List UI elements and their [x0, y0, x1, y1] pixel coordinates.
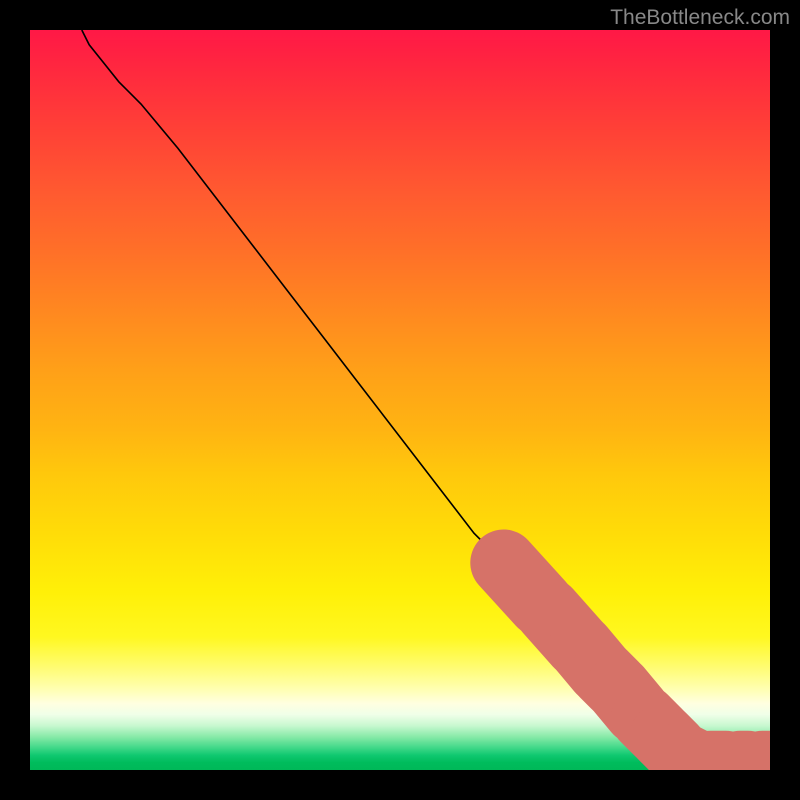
curve-line [82, 30, 770, 764]
watermark-text: TheBottleneck.com [610, 6, 790, 30]
chart-curve [30, 30, 770, 770]
highlighted-segments [504, 563, 770, 764]
chart-plot-area [30, 30, 770, 770]
